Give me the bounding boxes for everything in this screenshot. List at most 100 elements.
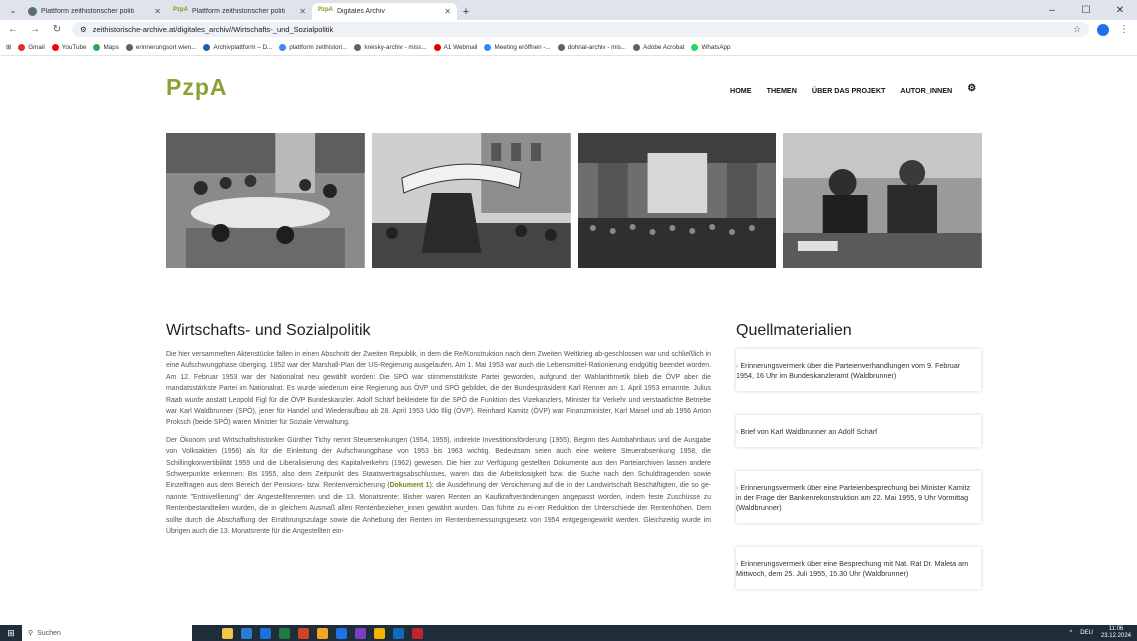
bookmark-label: Gmail: [28, 43, 45, 51]
maximize-icon[interactable]: ☐: [1069, 5, 1103, 16]
source-link[interactable]: › Brief von Karl Waldbrunner an Adolf Sc…: [736, 427, 981, 437]
taskbar-app-icon[interactable]: [374, 627, 385, 639]
photo-street-celebration: [371, 133, 571, 268]
tab-1[interactable]: Plattform zeithistorischer politi ✕: [22, 3, 167, 20]
browser-tabbar: ⌄ Plattform zeithistorischer politi ✕ Pz…: [0, 0, 1137, 20]
settings-gear-icon[interactable]: ⚙: [967, 83, 976, 95]
bookmark-label: kreisky-archiv - miss...: [364, 43, 427, 51]
clock-date: 23.12.2024: [1100, 633, 1131, 639]
dokument-1-link[interactable]: Dokument 1: [390, 482, 430, 489]
bookmark-label: dohnal-archiv - mis...: [567, 43, 627, 51]
bookmark-favicon-icon: [125, 43, 133, 51]
bookmark-item[interactable]: plattform zeithistori...: [279, 43, 347, 51]
taskbar-app-icon[interactable]: [222, 627, 233, 639]
article-paragraph-1: Die hier versammelten Aktenstücke fallen…: [166, 351, 711, 427]
taskbar-app-icon[interactable]: [393, 627, 404, 639]
bookmarks-bar: ⊞ Gmail YouTube Maps erinnerungsort wien...…: [0, 39, 1137, 56]
new-tab-plus-icon[interactable]: +: [457, 3, 475, 20]
bookmark-favicon-icon: [51, 43, 59, 51]
chevron-right-icon: ›: [736, 483, 741, 492]
source-link[interactable]: › Erinnerungsvermerk über eine Besprechu…: [736, 559, 981, 579]
taskbar-app-icon[interactable]: [279, 627, 290, 639]
close-icon[interactable]: ✕: [154, 7, 161, 16]
bookmark-item[interactable]: Meeting eröffnen -...: [484, 43, 551, 51]
bookmark-label: Archivplattform – D...: [213, 43, 273, 51]
bookmark-favicon-icon: [203, 43, 211, 51]
source-card[interactable]: › Erinnerungsvermerk über eine Parteienb…: [736, 471, 981, 523]
chevron-right-icon: ›: [736, 559, 741, 568]
nav-ueber-das-projekt[interactable]: ÜBER DAS PROJEKT: [812, 86, 885, 95]
tab-title: Plattform zeithistorischer politi: [41, 8, 134, 15]
bookmark-favicon-icon: [433, 43, 441, 51]
site-logo[interactable]: PzpA: [166, 74, 228, 101]
taskbar-app-icon[interactable]: [412, 627, 423, 639]
taskbar-clock[interactable]: 11:06 23.12.2024: [1101, 626, 1131, 640]
tab-search-icon[interactable]: ⌄: [4, 0, 22, 20]
bookmark-item[interactable]: Maps: [93, 43, 119, 51]
menu-kebab-icon[interactable]: ⋮: [1117, 24, 1131, 35]
taskbar-app-icon[interactable]: [317, 627, 328, 639]
article-paragraph-2-end: ): die Ausdehnung der Versicherung auf d…: [166, 482, 711, 536]
tray-language[interactable]: DEU: [1080, 630, 1093, 636]
tray-chevron-up-icon[interactable]: ^: [1069, 630, 1072, 636]
bookmark-label: Meeting eröffnen -...: [494, 43, 551, 51]
taskbar-pinned-apps: [222, 627, 423, 639]
bookmark-favicon-icon: [93, 43, 101, 51]
bookmark-favicon-icon: [354, 43, 362, 51]
nav-home[interactable]: HOME: [730, 86, 752, 95]
apps-grid-icon[interactable]: ⊞: [6, 44, 11, 51]
bookmark-item[interactable]: Gmail: [18, 43, 45, 51]
article: Wirtschafts- und Sozialpolitik Die hier …: [166, 322, 711, 544]
source-card[interactable]: › Erinnerungsvermerk über die Parteienve…: [736, 349, 981, 391]
taskbar-search-box[interactable]: ⚲ Suchen: [22, 625, 192, 641]
back-arrow-icon[interactable]: ←: [6, 24, 20, 35]
url-omnibox[interactable]: ⚙ zeithistorische-archive.at/digitales_a…: [72, 22, 1089, 37]
article-title: Wirtschafts- und Sozialpolitik: [166, 322, 371, 339]
taskbar-app-icon[interactable]: [241, 627, 252, 639]
bookmark-item[interactable]: A1 Webmail: [433, 43, 477, 51]
tab-3-active[interactable]: PzpA Digitales Archiv ✕: [312, 3, 457, 20]
reload-icon[interactable]: ↻: [50, 24, 64, 35]
source-card[interactable]: › Brief von Karl Waldbrunner an Adolf Sc…: [736, 415, 981, 447]
taskbar-app-icon[interactable]: [336, 627, 347, 639]
bookmark-item[interactable]: YouTube: [51, 43, 86, 51]
tab-2[interactable]: PzpA Plattform zeithistorischer politi ✕: [167, 3, 312, 20]
source-card[interactable]: › Erinnerungsvermerk über eine Besprechu…: [736, 547, 981, 589]
taskbar-app-icon[interactable]: [260, 627, 271, 639]
chevron-right-icon: ›: [736, 361, 741, 370]
bookmark-label: Maps: [103, 43, 119, 51]
bookmark-item[interactable]: erinnerungsort wien...: [125, 43, 196, 51]
photo-factory-hall-crowd: [577, 133, 777, 268]
bookmark-star-icon[interactable]: ☆: [1073, 24, 1081, 35]
pzpa-favicon-icon: PzpA: [173, 7, 188, 13]
taskbar-app-icon[interactable]: [298, 627, 309, 639]
windows-start-icon[interactable]: ⊞: [0, 628, 22, 639]
taskbar-app-icon[interactable]: [355, 627, 366, 639]
photo-conference-speaker: [783, 133, 982, 268]
site-main-nav: HOME THEMEN ÜBER DAS PROJEKT AUTOR_INNEN…: [730, 83, 976, 95]
close-icon[interactable]: ✕: [299, 7, 306, 16]
site-info-icon[interactable]: ⚙: [80, 25, 87, 34]
source-link[interactable]: › Erinnerungsvermerk über eine Parteienb…: [736, 483, 981, 513]
bookmark-item[interactable]: Adobe Acrobat: [633, 43, 684, 51]
bookmark-favicon-icon: [633, 43, 641, 51]
windows-taskbar: ⊞ ⚲ Suchen ^ DEU 11:06 23.12.2024: [0, 625, 1137, 641]
bookmark-item[interactable]: kreisky-archiv - miss...: [354, 43, 427, 51]
forward-arrow-icon[interactable]: →: [28, 24, 42, 35]
system-tray: ^ DEU 11:06 23.12.2024: [1069, 626, 1137, 640]
header-photo-strip: [166, 133, 982, 268]
window-close-icon[interactable]: ✕: [1103, 5, 1137, 16]
nav-themen[interactable]: THEMEN: [767, 86, 797, 95]
pzpa-favicon-icon: PzpA: [318, 7, 333, 13]
article-paragraph-2: Der Ökonom und Wirtschaftshistoriker Gün…: [166, 435, 711, 538]
profile-avatar-icon[interactable]: [1097, 23, 1109, 36]
nav-autor-innen[interactable]: AUTOR_INNEN: [900, 86, 952, 95]
close-icon[interactable]: ✕: [444, 7, 451, 16]
bookmark-item[interactable]: Archivplattform – D...: [203, 43, 273, 51]
source-link[interactable]: › Erinnerungsvermerk über die Parteienve…: [736, 361, 981, 381]
sources-panel: Quellmaterialien › Erinnerungsvermerk üb…: [736, 322, 981, 589]
bookmark-item[interactable]: WhatsApp: [691, 43, 731, 51]
bookmark-favicon-icon: [691, 43, 699, 51]
bookmark-item[interactable]: dohnal-archiv - mis...: [557, 43, 627, 51]
minimize-icon[interactable]: –: [1035, 5, 1069, 16]
